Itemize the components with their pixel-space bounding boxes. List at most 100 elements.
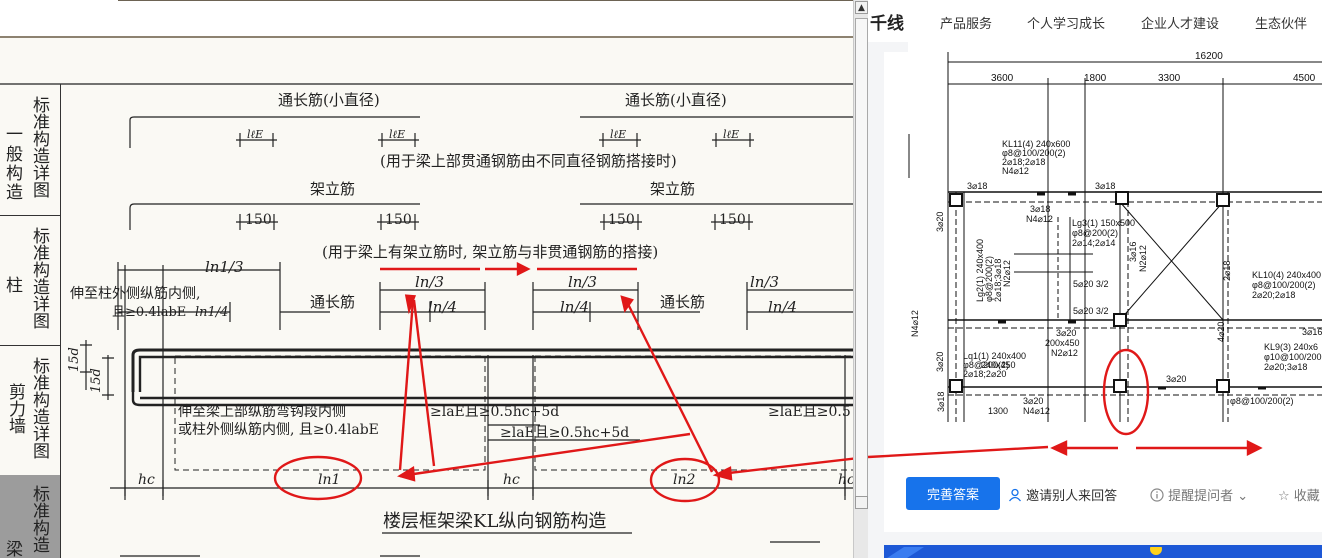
document-viewer: 通长筋(小直径) 通长筋(小直径) lℓE lℓE lℓE lℓE (用于梁上部… [0,0,853,558]
dim-hc: hc [838,472,853,488]
dim-150: 150 [608,212,635,228]
dim-150: 150 [385,212,412,228]
plan-label: 4⌀20 [1216,322,1226,342]
plan-label: φ8@100/200(2) [1252,280,1316,290]
label-through-bar-small-2: 通长筋(小直径) [625,91,727,109]
plan-label: 3⌀20 [935,352,945,372]
label-ln-3: ln/3 [750,273,779,291]
improve-answer-button[interactable]: 完善答案 [906,477,1000,510]
plan-label: 3⌀18 [1030,204,1050,214]
plan-span-dim: 1800 [1084,73,1107,84]
plan-label: φ8@100/200(2) [1230,396,1294,406]
plan-label: 2⌀20;3⌀18 [1264,362,1307,372]
label-ln-4: ln/4 [560,298,589,316]
label-lae-2: ≥laE且≥0.5hc+5d [500,425,629,441]
side-section-beam[interactable]: 梁 标准构造 [0,475,60,558]
star-icon: ☆ [1278,489,1290,504]
plan-label: N4⌀12 [1026,214,1053,224]
label-ln-4: ln/4 [768,298,797,316]
plan-label: KL9(3) 240x6 [1264,342,1318,352]
plan-label: 3⌀16 [1302,327,1322,337]
plan-label: 240x450 [981,360,1016,370]
side-section-general[interactable]: 一 般 构 造 标准构造详图 [0,84,60,216]
note-col-extend-1: 伸至柱外侧纵筋内侧, [70,285,200,302]
plan-label: N2⌀12 [1051,348,1078,358]
invite-answer-button[interactable]: 邀请别人来回答 [1008,485,1117,504]
label-ln-4: ln/4 [428,298,457,316]
dim-15d: 15d [67,347,82,372]
plan-label: N4⌀12 [1002,166,1029,176]
label-ln-3: ln/3 [415,273,444,291]
scroll-down-button[interactable] [855,496,868,509]
collect-button[interactable]: ☆ 收藏 [1278,485,1320,504]
viewer-scrollbar[interactable]: ▲ [853,0,869,558]
label-ln1: ln1 [318,472,340,488]
label-lae-3: ≥laE且≥0.5 [768,404,851,420]
plan-label: φ10@100/200 [1264,352,1322,362]
plan-label: N4⌀12 [910,310,920,337]
drawing-caption: 楼层框架梁KL纵向钢筋构造 [383,511,606,532]
red-annotation-arrows [868,440,1263,459]
plan-label: 3⌀20 [1166,374,1186,384]
note-col-extend-2: 且≥0.4labE [112,305,186,320]
plan-label: 2⌀18 [1222,261,1232,281]
standard-detail-side-index: 一 般 构 造 标准构造详图 柱 标准构造详图 剪力墙 标准构造详图 梁 标准构… [0,84,61,558]
note-splice-diff-diameter: (用于梁上部贯通钢筋由不同直径钢筋搭接时) [380,152,677,170]
qa-website: 千线 产品服务 个人学习成长 企业人才建设 生态伙伴 16200 3600 18… [868,0,1322,558]
plan-label: Lg3(1) 150x500 [1072,218,1135,228]
dim-150: 150 [719,212,746,228]
user-icon [1008,488,1022,502]
label-erection-bar-2: 架立筋 [650,180,695,198]
plan-label: 2⌀14;2⌀14 [1072,238,1115,248]
plan-label: 3⌀20 [935,212,945,232]
top-navigation: 千线 产品服务 个人学习成长 企业人才建设 生态伙伴 [868,0,1322,42]
plan-label: 2⌀18;2⌀20 [963,369,1006,379]
chevron-down-icon: ⌄ [1237,489,1249,504]
label-lle: lℓE [723,128,739,141]
rebar-detail-drawing: 通长筋(小直径) 通长筋(小直径) lℓE lℓE lℓE lℓE (用于梁上部… [0,83,853,557]
plan-label: 2⌀20;2⌀18 [1252,290,1295,300]
plan-span-dim: 3600 [991,73,1014,84]
side-section-column[interactable]: 柱 标准构造详图 [0,215,60,346]
nav-personal-growth[interactable]: 个人学习成长 [1027,13,1105,32]
label-ln2: ln2 [673,472,695,488]
label-lae-1: ≥laE且≥0.5hc+5d [430,404,559,420]
plan-label: 3⌀16 [1128,242,1138,262]
nav-products[interactable]: 产品服务 [940,13,992,32]
plan-label: N4⌀12 [1023,406,1050,416]
dim-150: 150 [245,212,272,228]
plan-label: 3⌀20 [1023,396,1043,406]
scroll-up-arrow-icon[interactable]: ▲ [855,1,868,14]
plan-total-dim: 16200 [1195,51,1223,62]
plan-label: 5⌀20 3/2 [1073,279,1108,289]
remind-asker-button[interactable]: 提醒提问者 ⌄ [1150,485,1248,504]
nav-enterprise-talent[interactable]: 企业人才建设 [1141,13,1219,32]
scrollbar-thumb[interactable] [855,18,868,508]
plan-label: N2⌀12 [1002,260,1012,287]
collect-label: 收藏 [1293,489,1320,504]
note-hook-1: 伸至梁上部纵筋弯钩段内侧 [178,403,346,420]
note-hook-2: 或柱外侧纵筋内侧, 且≥0.4labE [178,421,379,438]
plan-label: N2⌀12 [1138,245,1148,272]
plan-label: 200x450 [1045,338,1080,348]
plan-label: 3⌀20 [1056,328,1076,338]
promo-banner[interactable] [884,545,1322,558]
note-erection-splice: (用于梁上有架立筋时, 架立筋与非贯通钢筋的搭接) [322,243,658,261]
dim-hc: hc [503,472,520,488]
dim-15d: 15d [89,368,104,393]
plan-label: 3⌀18 [1095,181,1115,191]
plan-label: KL10(4) 240x400 [1252,270,1321,280]
remind-label: 提醒提问者 [1168,489,1234,504]
label-lle: lℓE [610,128,626,141]
side-section-shear-wall[interactable]: 剪力墙 标准构造详图 [0,345,60,476]
label-through-bar-2: 通长筋 [660,293,705,311]
dim-hc: hc [138,472,155,488]
plan-label: 3⌀18 [936,392,946,412]
label-ln-3: ln/3 [568,273,597,291]
structural-plan-image: 16200 3600 1800 3300 4500 KL11(4) 240x60… [908,42,1322,437]
plan-label: 5⌀20 3/2 [1073,306,1108,316]
nav-ecosystem[interactable]: 生态伙伴 [1255,13,1307,32]
label-ln1-3: ln1/3 [205,258,244,276]
label-through-bar-1: 通长筋 [310,293,355,311]
site-brand[interactable]: 千线 [870,9,904,34]
